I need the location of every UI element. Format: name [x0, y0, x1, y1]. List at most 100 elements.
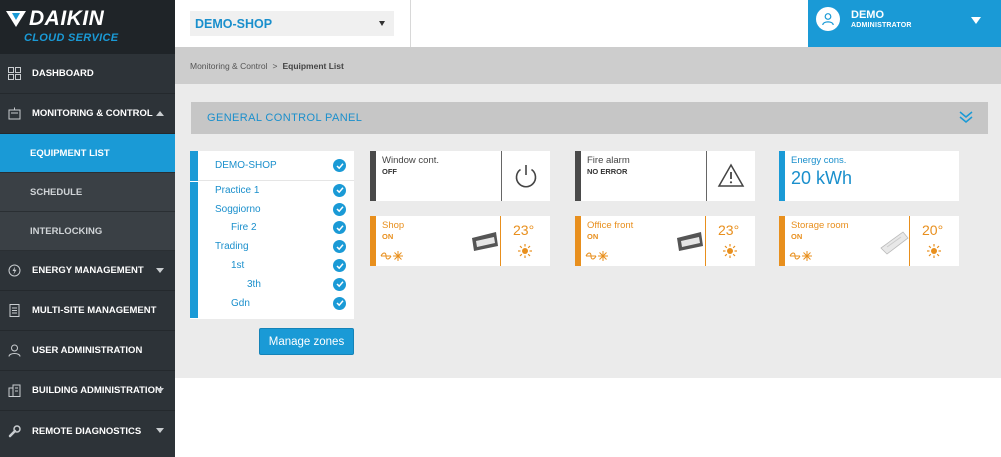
sidebar-subitem-label: SCHEDULE [30, 186, 83, 198]
header-divider [410, 0, 411, 47]
card-title: Storage room [791, 220, 849, 231]
card-title: Shop [382, 220, 405, 231]
sidebar-item-multisite[interactable]: MULTI-SITE MANAGEMENT [0, 291, 175, 331]
brand-name: DAIKIN [29, 7, 105, 30]
shop-select-value: DEMO-SHOP [195, 16, 273, 31]
zone-label: Fire 2 [231, 222, 257, 234]
chevron-down-icon [156, 428, 164, 433]
check-icon[interactable] [333, 183, 346, 197]
fan-icon [789, 249, 815, 267]
heat-sun-icon [723, 244, 737, 263]
sidebar-item-label: DASHBOARD [32, 68, 94, 79]
general-control-panel-header[interactable]: GENERAL CONTROL PANEL [191, 102, 988, 134]
warning-triangle-icon [707, 151, 755, 201]
ac-card-shop[interactable]: Shop ON 23° [370, 216, 550, 266]
daikin-logo[interactable]: DAIKIN CLOUD SERVICE [0, 0, 175, 54]
manage-zones-button[interactable]: Manage zones [259, 328, 354, 355]
check-icon[interactable] [333, 159, 346, 172]
sidebar-item-monitoring[interactable]: MONITORING & CONTROL [0, 94, 175, 134]
zone-item[interactable]: Soggiorno [190, 200, 354, 219]
user-icon [7, 344, 21, 358]
setpoint-temperature[interactable]: 20° [922, 222, 943, 238]
sidebar-subitem-schedule[interactable]: SCHEDULE [0, 173, 175, 212]
check-icon[interactable] [333, 202, 346, 216]
shop-select[interactable]: DEMO-SHOP [190, 11, 394, 36]
sidebar-item-label: ENERGY MANAGEMENT [32, 265, 144, 276]
zone-item[interactable]: Gdn [190, 294, 354, 313]
energy-consumption-card[interactable]: Energy cons. 20 kWh [779, 151, 959, 201]
top-header: DEMO-SHOP DEMO ADMINISTRATOR [175, 0, 1001, 47]
multisite-document-icon [7, 304, 21, 318]
setpoint-temperature[interactable]: 23° [513, 222, 534, 238]
breadcrumb: Monitoring & Control > Equipment List [175, 47, 1001, 84]
check-icon[interactable] [333, 259, 346, 273]
double-chevron-down-icon[interactable] [959, 110, 973, 127]
sidebar: DAIKIN CLOUD SERVICE DASHBOARD MONITORIN… [0, 0, 175, 457]
fire-alarm-card[interactable]: Fire alarm NO ERROR [575, 151, 755, 201]
sidebar-item-remote-diagnostics[interactable]: REMOTE DIAGNOSTICS [0, 411, 175, 451]
card-status: ON [382, 232, 394, 241]
sidebar-item-user-admin[interactable]: USER ADMINISTRATION [0, 331, 175, 371]
zone-label: DEMO-SHOP [215, 160, 277, 171]
main-content: GENERAL CONTROL PANEL DEMO-SHOP Practice… [175, 84, 1001, 378]
sidebar-subitem-equipment-list[interactable]: EQUIPMENT LIST [0, 134, 175, 173]
zone-item[interactable]: Practice 1 [190, 181, 354, 200]
avatar-icon [816, 7, 840, 31]
sidebar-item-energy[interactable]: ENERGY MANAGEMENT [0, 251, 175, 291]
chevron-down-icon [156, 388, 164, 393]
card-divider [500, 216, 501, 266]
ac-card-office-front[interactable]: Office front ON 23° [575, 216, 755, 266]
zone-item[interactable]: Fire 2 [190, 219, 354, 238]
card-status-bar [370, 151, 376, 201]
ceiling-unit-icon [675, 230, 705, 257]
zone-list: Practice 1 Soggiorno Fire 2 Trading 1st … [190, 181, 354, 318]
wrench-icon [7, 424, 21, 438]
sidebar-subitem-label: INTERLOCKING [30, 225, 103, 237]
zone-label: 3th [247, 278, 261, 290]
fan-icon [380, 249, 406, 267]
fan-icon [585, 249, 611, 267]
dashboard-grid-icon [7, 67, 21, 81]
sidebar-item-label: MULTI-SITE MANAGEMENT [32, 305, 157, 316]
check-icon[interactable] [333, 296, 346, 310]
zone-item[interactable]: 3th [190, 275, 354, 294]
card-title: Window cont. [382, 155, 440, 166]
cassette-unit-icon [879, 230, 909, 261]
breadcrumb-link-monitoring[interactable]: Monitoring & Control [190, 61, 267, 71]
check-icon[interactable] [333, 277, 346, 291]
card-status: ON [791, 232, 803, 241]
card-status: ON [587, 232, 599, 241]
energy-value: 20 kWh [791, 168, 853, 188]
ac-card-storage-room[interactable]: Storage room ON 20° [779, 216, 959, 266]
zone-label: Gdn [231, 297, 250, 309]
power-icon[interactable] [502, 151, 550, 201]
energy-icon [7, 264, 21, 278]
card-status-bar [779, 216, 785, 266]
zone-item-root[interactable]: DEMO-SHOP [190, 151, 354, 181]
card-title: Fire alarm [587, 155, 630, 166]
check-icon[interactable] [333, 240, 346, 254]
chevron-down-icon [156, 268, 164, 273]
sidebar-subitem-interlocking[interactable]: INTERLOCKING [0, 212, 175, 251]
daikin-logo-mark-icon [6, 11, 26, 27]
card-value: OFF [382, 167, 397, 176]
setpoint-temperature[interactable]: 23° [718, 222, 739, 238]
zone-item[interactable]: 1st [190, 256, 354, 275]
card-status-bar [575, 216, 581, 266]
user-name: DEMO [851, 9, 884, 21]
sidebar-subitem-label: EQUIPMENT LIST [30, 147, 110, 159]
user-role: ADMINISTRATOR [851, 22, 912, 29]
sidebar-item-building-admin[interactable]: BUILDING ADMINISTRATION [0, 371, 175, 411]
ceiling-unit-icon [470, 230, 500, 257]
check-icon[interactable] [333, 221, 346, 235]
card-title: Energy cons. [791, 155, 847, 166]
monitoring-device-icon [7, 107, 21, 121]
sidebar-item-dashboard[interactable]: DASHBOARD [0, 54, 175, 94]
chevron-up-icon [156, 111, 164, 116]
window-contact-card[interactable]: Window cont. OFF [370, 151, 550, 201]
zone-item[interactable]: Trading [190, 237, 354, 256]
user-menu[interactable]: DEMO ADMINISTRATOR [808, 0, 1001, 47]
zone-label: Soggiorno [215, 203, 261, 215]
card-divider [705, 216, 706, 266]
card-status-bar [779, 151, 785, 201]
